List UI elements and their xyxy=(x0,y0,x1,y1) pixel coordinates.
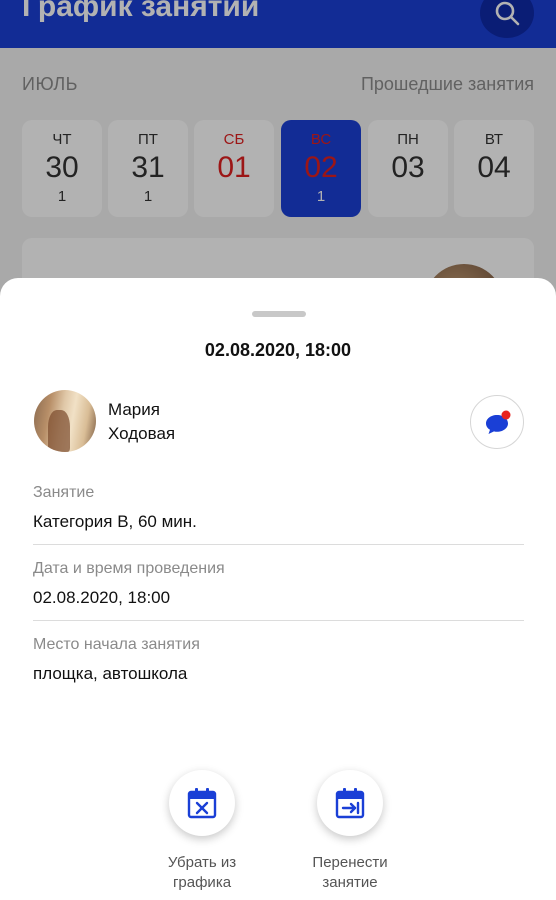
lesson-datetime: 02.08.2020, 18:00 xyxy=(204,340,352,360)
chat-button[interactable] xyxy=(470,395,524,449)
field-label: Дата и время проведения xyxy=(33,560,225,577)
drag-handle[interactable] xyxy=(252,311,306,317)
lesson-datetime-field: Дата и время проведения 02.08.2020, 18:0… xyxy=(33,560,524,608)
field-value: 02.08.2020, 18:00 xyxy=(33,588,171,607)
divider xyxy=(33,544,524,545)
instructor-last-name: Ходовая xyxy=(108,424,176,443)
chat-icon xyxy=(486,410,511,434)
instructor-row: Мария Ходовая xyxy=(34,390,524,452)
lesson-location-field: Место начала занятия площка, автошкола xyxy=(33,636,524,684)
remove-from-schedule-label: Убрать из графика xyxy=(132,853,272,893)
field-label: Место начала занятия xyxy=(33,636,200,653)
field-value: Категория B, 60 мин. xyxy=(33,512,197,531)
calendar-move-icon xyxy=(335,788,365,819)
instructor-first-name: Мария xyxy=(108,400,160,419)
reschedule-lesson-label: Перенести занятие xyxy=(280,853,420,893)
lesson-details-sheet: 02.08.2020, 18:00 Мария Ходовая Занятие … xyxy=(0,278,556,900)
field-value: площка, автошкола xyxy=(33,664,188,683)
label-line: Убрать из xyxy=(167,854,237,871)
reschedule-lesson-button[interactable] xyxy=(317,770,383,836)
field-label: Занятие xyxy=(33,484,95,501)
lesson-type-field: Занятие Категория B, 60 мин. xyxy=(33,484,524,532)
divider xyxy=(33,620,524,621)
reschedule-lesson-action[interactable]: Перенести занятие xyxy=(280,770,420,893)
label-line: Перенести xyxy=(312,854,388,871)
calendar-remove-icon xyxy=(187,788,217,819)
remove-from-schedule-action[interactable]: Убрать из графика xyxy=(132,770,272,893)
label-line: занятие xyxy=(322,874,378,891)
remove-from-schedule-button[interactable] xyxy=(169,770,235,836)
avatar xyxy=(34,390,96,452)
label-line: графика xyxy=(172,874,232,891)
